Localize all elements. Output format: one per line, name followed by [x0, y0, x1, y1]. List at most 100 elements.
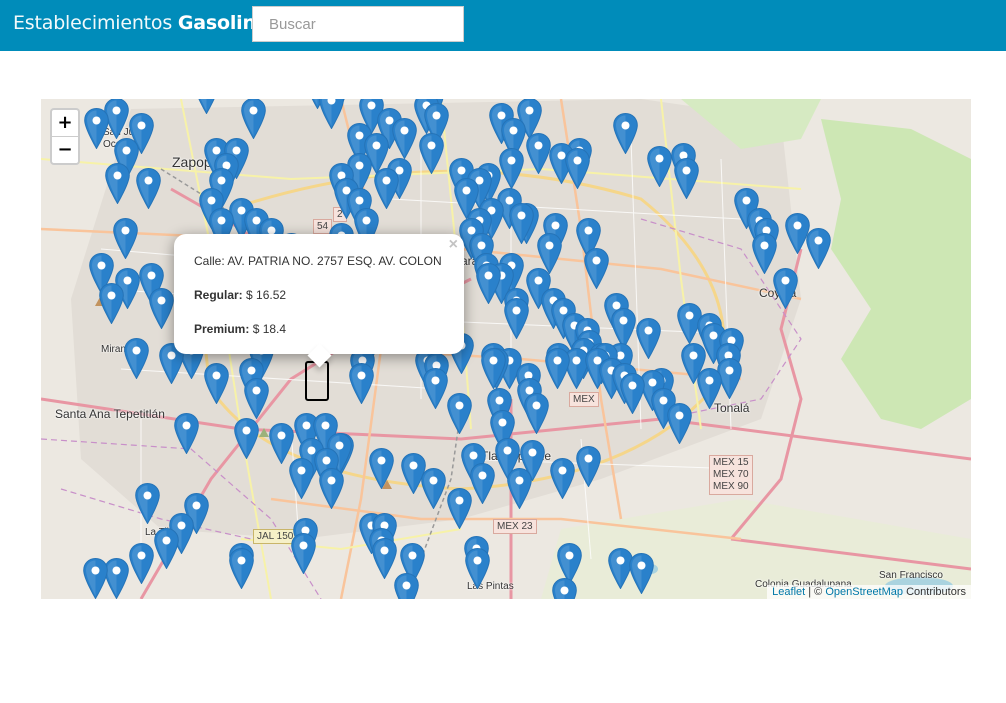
map-pin-icon — [697, 368, 722, 409]
station-popup: × Calle: AV. PATRIA NO. 2757 ESQ. AV. CO… — [174, 234, 464, 368]
gas-station-marker[interactable] — [113, 218, 138, 259]
gas-station-marker[interactable] — [636, 318, 661, 359]
map-pin-icon — [470, 463, 495, 504]
gas-station-marker[interactable] — [369, 448, 394, 489]
gas-station-marker[interactable] — [234, 418, 259, 459]
map-pin-icon — [674, 158, 699, 199]
map-pin-icon — [524, 393, 549, 434]
gas-station-marker[interactable] — [481, 348, 506, 389]
gas-station-marker[interactable] — [374, 168, 399, 209]
map-pin-icon — [149, 288, 174, 329]
gas-station-marker[interactable] — [394, 573, 419, 599]
label-san-francisco: San Francisco — [879, 570, 943, 581]
gas-station-marker[interactable] — [447, 393, 472, 434]
gas-station-marker[interactable] — [507, 468, 532, 509]
map-pin-icon — [667, 403, 692, 444]
brand-light-text: Establecimientos — [13, 12, 173, 34]
gas-station-marker[interactable] — [135, 483, 160, 524]
gas-station-marker[interactable] — [349, 363, 374, 404]
gas-station-marker[interactable] — [565, 148, 590, 189]
gas-station-marker[interactable] — [105, 163, 130, 204]
leaflet-link[interactable]: Leaflet — [772, 586, 805, 598]
gas-station-marker[interactable] — [550, 458, 575, 499]
gas-station-marker[interactable] — [524, 393, 549, 434]
popup-premium: Premium: $ 18.4 — [194, 322, 286, 336]
gas-station-marker[interactable] — [244, 378, 269, 419]
map-pin-icon — [476, 263, 501, 304]
gas-station-marker[interactable] — [291, 533, 316, 574]
gas-station-marker[interactable] — [124, 338, 149, 379]
premium-label: Premium: — [194, 322, 250, 336]
navbar-brand[interactable]: Establecimientos Gasolina — [13, 12, 269, 34]
shield-mex70: MEX 70 — [713, 469, 749, 480]
gas-station-marker[interactable] — [419, 133, 444, 174]
gas-station-marker[interactable] — [194, 99, 219, 114]
label-santa-ana: Santa Ana Tepetitlán — [55, 407, 165, 421]
attribution-contributors: Contributors — [906, 586, 966, 598]
map-pin-icon — [423, 368, 448, 409]
gas-station-marker[interactable] — [447, 488, 472, 529]
map-pin-icon — [174, 413, 199, 454]
gas-station-marker[interactable] — [421, 468, 446, 509]
zoom-in-button[interactable]: + — [52, 110, 78, 136]
gas-station-marker[interactable] — [423, 368, 448, 409]
gas-station-marker[interactable] — [806, 228, 831, 269]
map-pin-icon — [113, 218, 138, 259]
gas-station-marker[interactable] — [674, 158, 699, 199]
map-pin-icon — [806, 228, 831, 269]
gas-station-marker[interactable] — [229, 548, 254, 589]
gas-station-marker[interactable] — [174, 413, 199, 454]
gas-station-marker[interactable] — [319, 468, 344, 509]
gas-station-marker[interactable] — [629, 553, 654, 594]
osm-link[interactable]: OpenStreetMap — [825, 586, 903, 598]
map-pin-icon — [244, 378, 269, 419]
gas-station-marker[interactable] — [667, 403, 692, 444]
gas-station-marker[interactable] — [526, 133, 551, 174]
gas-station-marker[interactable] — [620, 373, 645, 414]
gas-station-marker[interactable] — [136, 168, 161, 209]
map-container[interactable]: Zapopan San Juan Ocotán ara Miramar Sant… — [41, 99, 971, 599]
map-pin-icon — [576, 446, 601, 487]
search-input[interactable] — [252, 6, 464, 42]
gas-station-marker[interactable] — [289, 458, 314, 499]
shield-mex90: MEX 90 — [713, 481, 749, 492]
map-pin-icon — [526, 133, 551, 174]
shield-mex23: MEX 23 — [493, 519, 537, 534]
gas-station-marker[interactable] — [154, 528, 179, 569]
gas-station-marker[interactable] — [83, 558, 108, 599]
popup-close-button[interactable]: × — [449, 236, 458, 254]
gas-station-marker[interactable] — [470, 463, 495, 504]
gas-station-marker[interactable] — [504, 298, 529, 339]
gas-station-marker[interactable] — [499, 148, 524, 189]
gas-station-marker[interactable] — [319, 99, 344, 129]
gas-station-marker[interactable] — [204, 363, 229, 404]
map-pin-icon — [447, 393, 472, 434]
map-pin-icon — [565, 148, 590, 189]
gas-station-marker[interactable] — [647, 146, 672, 187]
gas-station-marker[interactable] — [84, 108, 109, 149]
address-label: Calle: — [194, 254, 225, 268]
gas-station-marker[interactable] — [613, 113, 638, 154]
gas-station-marker[interactable] — [576, 446, 601, 487]
gas-station-marker[interactable] — [149, 288, 174, 329]
gas-station-marker[interactable] — [465, 548, 490, 589]
gas-station-marker[interactable] — [545, 348, 570, 389]
gas-station-marker[interactable] — [129, 543, 154, 584]
gas-station-marker[interactable] — [509, 203, 534, 244]
gas-station-marker[interactable] — [476, 263, 501, 304]
gas-station-marker[interactable] — [241, 99, 266, 139]
gas-station-marker[interactable] — [552, 578, 577, 599]
map-pin-icon — [135, 483, 160, 524]
map-pin-icon — [105, 163, 130, 204]
gas-station-marker[interactable] — [773, 268, 798, 309]
gas-station-marker[interactable] — [697, 368, 722, 409]
map-pin-icon — [620, 373, 645, 414]
gas-station-marker[interactable] — [99, 283, 124, 324]
map-pin-icon — [773, 268, 798, 309]
zoom-out-button[interactable]: − — [52, 136, 78, 163]
gas-station-marker[interactable] — [584, 248, 609, 289]
map-pin-icon — [84, 108, 109, 149]
map-pin-icon — [291, 533, 316, 574]
map-pin-icon — [507, 468, 532, 509]
gas-station-marker[interactable] — [392, 118, 417, 159]
